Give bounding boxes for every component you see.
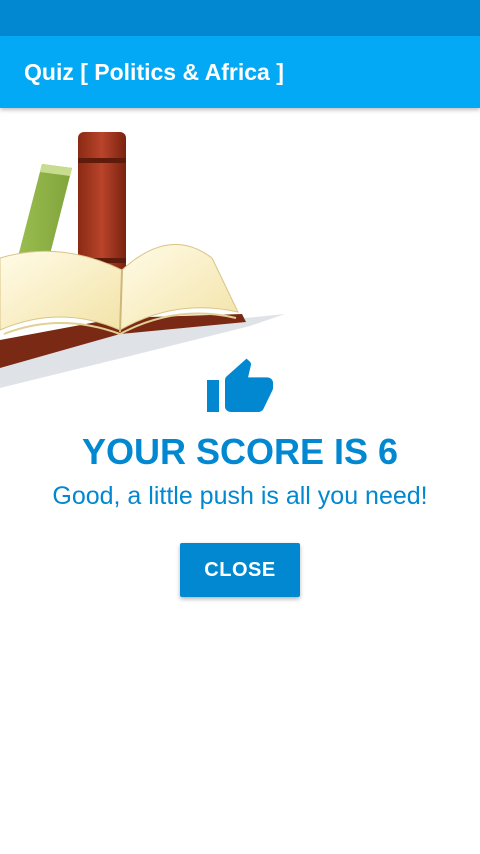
books-illustration: [0, 132, 285, 388]
status-bar: [0, 0, 480, 36]
close-button[interactable]: CLOSE: [180, 543, 300, 597]
score-heading: YOUR SCORE IS 6: [81, 431, 399, 472]
result-screen: YOUR SCORE IS 6 Good, a little push is a…: [0, 108, 480, 854]
app-bar: Quiz [ Politics & Africa ]: [0, 36, 480, 108]
feedback-message: Good, a little push is all you need!: [52, 482, 428, 510]
thumbs-up-icon: [207, 358, 273, 412]
app-title: Quiz [ Politics & Africa ]: [24, 59, 284, 85]
